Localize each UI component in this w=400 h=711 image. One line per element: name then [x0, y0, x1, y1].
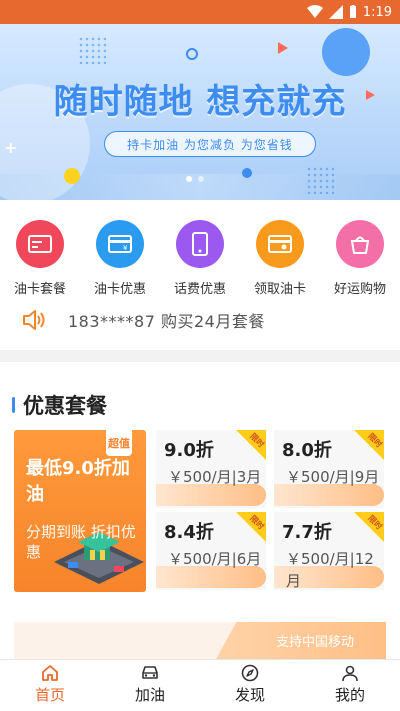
circle-decor [322, 28, 370, 76]
limited-tag: 限时 [236, 512, 266, 542]
featured-package-card[interactable]: 超值 最低9.0折加油 分期到账 折扣优惠 [14, 430, 146, 592]
banner-subtitle: 持卡加油 为您减负 为您省钱 [104, 131, 316, 157]
promo-label: 支持中国移动 [216, 622, 386, 659]
menu-item-shopping[interactable]: 好运购物 [320, 220, 400, 297]
limited-tag-text: 限时 [366, 431, 384, 450]
package-card[interactable]: 9.0折 ￥500/月|3月 限时 [156, 430, 266, 508]
section-header: 优惠套餐 [12, 390, 107, 420]
promo-banner[interactable]: + 随时随地 想充就充 持卡加油 为您减负 为您省钱 [0, 24, 400, 200]
menu-item-receive-card[interactable]: 领取油卡 [240, 220, 320, 297]
tab-profile[interactable]: 我的 [300, 660, 400, 711]
tab-label: 首页 [34, 686, 65, 704]
package-card[interactable]: 8.0折 ￥500/月|9月 限时 [274, 430, 384, 508]
car-icon [142, 666, 158, 679]
featured-subtitle: 分期到账 折扣优惠 [26, 523, 136, 561]
package-price: ￥500/月|9月 [286, 468, 380, 486]
status-bar: 1:19 [0, 0, 400, 24]
pager-dot-active [186, 176, 192, 182]
circle-decor [64, 168, 80, 184]
menu-label: 话费优惠 [173, 282, 226, 297]
package-card[interactable]: 8.4折 ￥500/月|6月 限时 [156, 512, 266, 590]
package-discount: 7.7折 [282, 522, 332, 543]
triangle-decor [278, 42, 288, 54]
phone-icon [176, 220, 224, 268]
package-price: ￥500/月|12月 [286, 550, 374, 590]
promo-strip[interactable]: 支持中国移动 [0, 612, 400, 659]
card-package-icon [16, 220, 64, 268]
quick-menu-items: 油卡套餐 ¥ 油卡优惠 话费优惠 领取油卡 好运购物 [0, 220, 400, 297]
limited-tag: 限时 [354, 430, 384, 460]
package-discount: 8.4折 [164, 522, 214, 543]
tab-label: 加油 [134, 686, 165, 704]
package-price: ￥500/月|6月 [168, 550, 262, 568]
menu-label: 好运购物 [333, 282, 386, 297]
section-title: 优惠套餐 [23, 394, 107, 418]
section-marker [12, 397, 15, 413]
banner-dots-decor [78, 36, 106, 64]
limited-tag-text: 限时 [248, 513, 266, 532]
package-discount: 9.0折 [164, 440, 214, 461]
limited-tag: 限时 [354, 512, 384, 542]
card-receive-icon [256, 220, 304, 268]
status-time: 1:19 [362, 4, 392, 20]
banner-title: 随时随地 想充就充 [53, 82, 347, 122]
tab-home[interactable]: 首页 [0, 660, 100, 711]
purchase-notice[interactable]: 183****87 购买24月套餐 [22, 308, 265, 332]
signal-icon [328, 5, 343, 19]
compass-icon [241, 664, 259, 682]
limited-tag-text: 限时 [248, 431, 266, 450]
menu-label: 领取油卡 [253, 282, 306, 297]
tab-discover[interactable]: 发现 [200, 660, 300, 711]
shopping-bag-icon [336, 220, 384, 268]
quick-menu: 油卡套餐 ¥ 油卡优惠 话费优惠 领取油卡 好运购物 183****87 购买2… [0, 200, 400, 350]
package-card[interactable]: 7.7折 ￥500/月|12月 限时 [274, 512, 384, 590]
wifi-icon [306, 5, 323, 18]
pager-dot [198, 176, 204, 182]
home-icon [42, 665, 58, 681]
menu-label: 油卡优惠 [93, 282, 146, 297]
svg-text:¥: ¥ [123, 244, 128, 252]
featured-badge: 超值 [106, 430, 132, 456]
package-section: 优惠套餐 超值 最低9.0折加油 分期到账 折扣优惠 9.0折 ￥500/月|3… [0, 362, 400, 612]
notice-text: 183****87 购买24月套餐 [68, 312, 265, 331]
menu-label: 油卡套餐 [13, 282, 66, 297]
featured-title: 最低9.0折加油 [26, 458, 130, 505]
menu-item-phone-discount[interactable]: 话费优惠 [160, 220, 240, 297]
limited-tag-text: 限时 [366, 513, 384, 532]
user-icon [342, 665, 358, 682]
circle-decor [186, 48, 198, 60]
speaker-icon [23, 310, 45, 330]
tab-refuel[interactable]: 加油 [100, 660, 200, 711]
banner-pager [186, 176, 204, 182]
menu-item-card-package[interactable]: 油卡套餐 [0, 220, 80, 297]
limited-tag: 限时 [236, 430, 266, 460]
home-screen: 1:19 + 随时随地 想充就充 持卡加油 为您减负 为您省钱 油卡套餐 ¥ 油… [0, 0, 400, 711]
banner-dots-decor [306, 166, 334, 194]
package-discount: 8.0折 [282, 440, 332, 461]
menu-item-card-discount[interactable]: ¥ 油卡优惠 [80, 220, 160, 297]
battery-icon [349, 5, 356, 18]
plus-decor: + [4, 138, 18, 157]
bottom-tab-bar: 首页 加油 发现 我的 [0, 659, 400, 711]
tab-label: 发现 [234, 686, 265, 704]
tab-label: 我的 [334, 686, 365, 704]
card-discount-icon: ¥ [96, 220, 144, 268]
circle-decor [242, 168, 252, 178]
package-price: ￥500/月|3月 [168, 468, 262, 486]
